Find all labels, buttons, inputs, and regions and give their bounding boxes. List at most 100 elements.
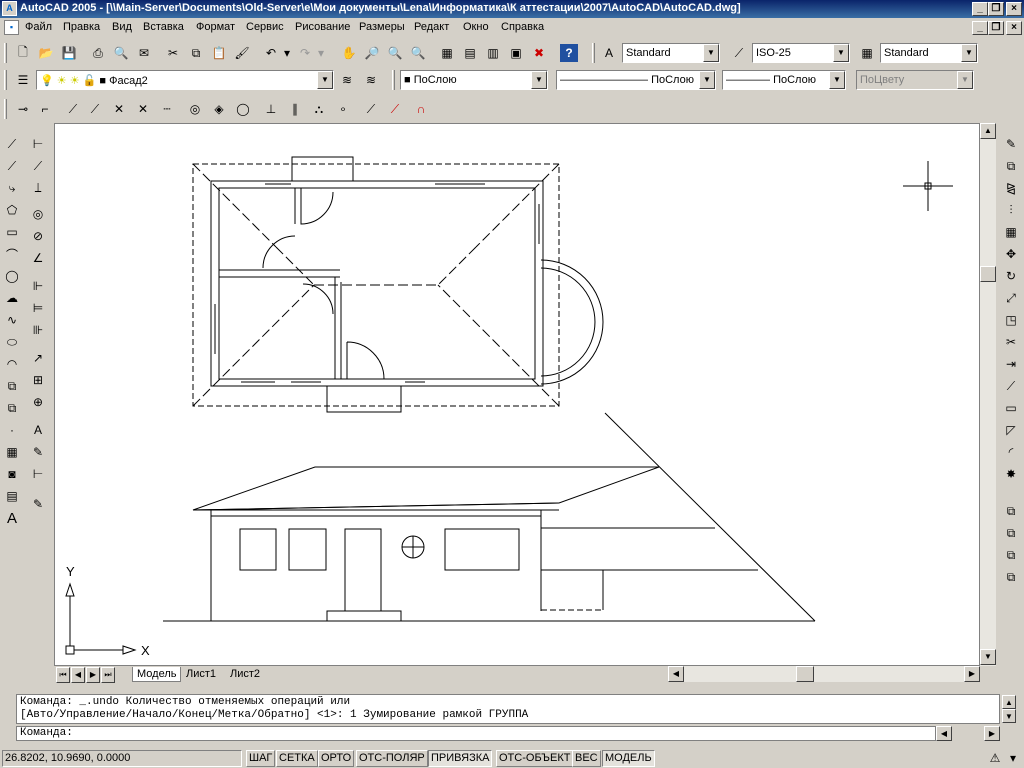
erase-icon[interactable]: ✎ — [1002, 135, 1020, 153]
scroll-left-icon[interactable]: ◀ — [936, 726, 952, 741]
dimension-style-icon[interactable]: ⟋ — [730, 44, 748, 62]
text-style-icon[interactable]: A — [600, 44, 618, 62]
text-style-select[interactable]: Standard ▼ — [622, 43, 720, 63]
spline-icon[interactable]: ∿ — [3, 311, 21, 329]
send-under-icon[interactable]: ⧉ — [1002, 568, 1020, 586]
layer-select[interactable]: 💡 ☀ ☀ 🔓 ■ Фасад2 ▼ — [36, 70, 334, 90]
properties-icon[interactable]: ▦ — [438, 44, 456, 62]
temporary-tracking-icon[interactable]: ⊸ — [14, 100, 32, 118]
plot-preview-icon[interactable]: 🔍 — [112, 44, 130, 62]
scroll-right-icon[interactable]: ▶ — [964, 666, 980, 682]
rotate-icon[interactable]: ↻ — [1002, 267, 1020, 285]
cut-icon[interactable]: ✂ — [164, 44, 182, 62]
menu-dimension[interactable]: Размеры — [359, 21, 405, 33]
open-icon[interactable]: 📂 — [37, 44, 55, 62]
sheet-set-icon[interactable]: ▣ — [507, 44, 525, 62]
communication-center-icon[interactable]: ⚠ — [986, 749, 1004, 767]
aligned-dimension-icon[interactable]: ⟋ — [29, 157, 47, 175]
quick-leader-icon[interactable]: ↗ — [29, 349, 47, 367]
scroll-up-icon[interactable]: ▲ — [1002, 695, 1016, 709]
offset-icon[interactable]: ⫶ — [1002, 201, 1020, 219]
stretch-icon[interactable]: ◳ — [1002, 311, 1020, 329]
toolbar-grip[interactable] — [4, 99, 7, 119]
ellipse-icon[interactable]: ⬭ — [3, 333, 21, 351]
last-tab-icon[interactable]: ⏭ — [101, 667, 115, 683]
snap-toggle[interactable]: ШАГ — [246, 750, 276, 767]
snap-perpendicular-icon[interactable]: ⊥ — [262, 100, 280, 118]
dimension-text-edit-icon[interactable]: ✎ — [29, 443, 47, 461]
snap-none-icon[interactable]: ⟋ — [386, 100, 404, 118]
close-button[interactable]: × — [1006, 2, 1022, 16]
chevron-down-icon[interactable]: ▼ — [961, 44, 977, 62]
lineweight-select[interactable]: ———— ПоСлою ▼ — [722, 70, 846, 90]
construction-line-icon[interactable]: ⟋ — [3, 157, 21, 175]
arc-icon[interactable]: ⌒ — [3, 245, 21, 263]
toolbar-grip[interactable] — [592, 43, 595, 63]
snap-from-icon[interactable]: ⌐ — [36, 100, 54, 118]
undo-icon[interactable]: ↶ — [262, 44, 280, 62]
snap-nearest-icon[interactable]: ⟋ — [362, 100, 380, 118]
snap-node-icon[interactable]: ∘ — [334, 100, 352, 118]
quick-dimension-icon[interactable]: ⊩ — [29, 277, 47, 295]
scroll-right-icon[interactable]: ▶ — [984, 726, 1000, 741]
color-select[interactable]: ■ ПоСлою ▼ — [400, 70, 548, 90]
bring-to-front-icon[interactable]: ⧉ — [1002, 502, 1020, 520]
doc-close-button[interactable]: × — [1006, 21, 1022, 35]
snap-tangent-icon[interactable]: ◯ — [234, 100, 252, 118]
rectangle-icon[interactable]: ▭ — [3, 223, 21, 241]
scroll-down-icon[interactable]: ▼ — [1002, 709, 1016, 723]
osnap-toggle[interactable]: ПРИВЯЗКА — [428, 750, 493, 767]
scroll-thumb[interactable] — [980, 266, 996, 282]
multiline-text-icon[interactable]: A — [3, 509, 21, 527]
angular-dimension-icon[interactable]: ∠ — [29, 249, 47, 267]
move-icon[interactable]: ✥ — [1002, 245, 1020, 263]
baseline-dimension-icon[interactable]: ⊨ — [29, 299, 47, 317]
snap-insert-icon[interactable]: ⛬ — [310, 100, 328, 118]
next-tab-icon[interactable]: ▶ — [86, 667, 100, 683]
new-icon[interactable]: 🗋 — [14, 44, 32, 62]
ordinate-dimension-icon[interactable]: ⟘ — [29, 179, 47, 197]
table-style-select[interactable]: Standard ▼ — [880, 43, 978, 63]
center-mark-icon[interactable]: ⊕ — [29, 393, 47, 411]
array-icon[interactable]: ▦ — [1002, 223, 1020, 241]
chamfer-icon[interactable]: ◸ — [1002, 421, 1020, 439]
menu-window[interactable]: Окно — [463, 21, 489, 33]
scroll-thumb[interactable] — [796, 666, 814, 682]
osnap-settings-icon[interactable]: ∩ — [412, 100, 430, 118]
match-properties-icon[interactable]: 🖌 — [233, 44, 251, 62]
menu-insert[interactable]: Вставка — [143, 21, 184, 33]
scroll-left-icon[interactable]: ◀ — [668, 666, 684, 682]
break-icon[interactable]: ⟋ — [1002, 377, 1020, 395]
lineweight-toggle[interactable]: ВЕС — [572, 750, 601, 767]
snap-endpoint-icon[interactable]: ⟋ — [64, 100, 82, 118]
dimension-style-select[interactable]: ISO-25 ▼ — [752, 43, 850, 63]
chevron-down-icon[interactable]: ▼ — [317, 71, 333, 89]
chevron-down-icon[interactable]: ▼ — [829, 71, 845, 89]
radius-dimension-icon[interactable]: ◎ — [29, 205, 47, 223]
menu-edit[interactable]: Правка — [63, 21, 100, 33]
snap-extension-icon[interactable]: ┄ — [158, 100, 176, 118]
tool-palettes-icon[interactable]: ▥ — [484, 44, 502, 62]
command-input[interactable]: Команда: — [16, 726, 936, 741]
linetype-select[interactable]: ———————— ПоСлою ▼ — [556, 70, 716, 90]
markup-icon[interactable]: ✖ — [530, 44, 548, 62]
diameter-dimension-icon[interactable]: ⊘ — [29, 227, 47, 245]
toolbar-grip[interactable] — [4, 43, 7, 63]
tolerance-icon[interactable]: ⊞ — [29, 371, 47, 389]
copy-object-icon[interactable]: ⧉ — [1002, 157, 1020, 175]
undo-dropdown-icon[interactable]: ▾ — [282, 44, 292, 62]
tray-menu-icon[interactable]: ▾ — [1006, 749, 1020, 767]
scroll-up-icon[interactable]: ▲ — [980, 123, 996, 139]
paste-icon[interactable]: 📋 — [210, 44, 228, 62]
bring-above-icon[interactable]: ⧉ — [1002, 546, 1020, 564]
point-icon[interactable]: · — [3, 421, 21, 439]
snap-quadrant-icon[interactable]: ◈ — [210, 100, 228, 118]
snap-parallel-icon[interactable]: ∥ — [286, 100, 304, 118]
zoom-realtime-icon[interactable]: 🔎 — [363, 44, 381, 62]
help-icon[interactable]: ? — [560, 44, 578, 62]
snap-apparent-intersection-icon[interactable]: ✕ — [134, 100, 152, 118]
menu-format[interactable]: Формат — [196, 21, 235, 33]
table-style-icon[interactable]: ▦ — [858, 44, 876, 62]
make-object-layer-current-icon[interactable]: ≋ — [338, 71, 356, 89]
linear-dimension-icon[interactable]: ⊢ — [29, 135, 47, 153]
